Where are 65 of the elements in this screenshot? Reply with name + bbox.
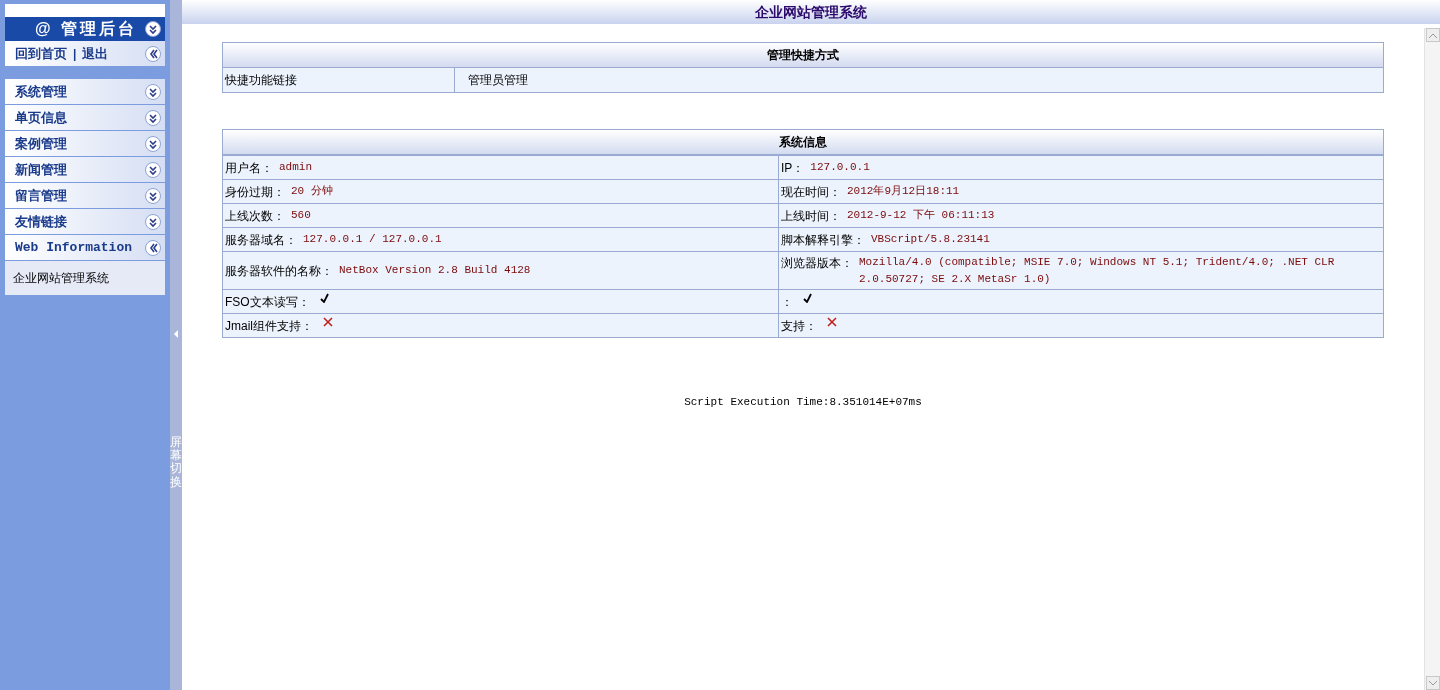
field-label: 现在时间： (781, 183, 841, 201)
field-value: Mozilla/4.0 (compatible; MSIE 7.0; Windows NT 5.1; Trident/4.0; .NET CLR 2.0.50727; SE 2.X MetaSr 1.0) (859, 255, 1336, 287)
field-value: admin (279, 159, 312, 175)
separator: | (73, 45, 77, 63)
nav-link[interactable]: 退出 (82, 43, 109, 64)
collapse-icon[interactable] (145, 239, 161, 256)
scroll-up-icon[interactable] (1425, 28, 1440, 42)
menu-label: 系统管理 (15, 82, 67, 101)
menu-header[interactable]: Web Information (5, 235, 165, 261)
field-value: 560 (291, 207, 311, 223)
field-value: VBScript/5.8.23141 (871, 231, 990, 247)
collapse-icon[interactable] (145, 21, 161, 37)
cross-icon (827, 316, 837, 327)
field-value: NetBox Version 2.8 Build 4128 (339, 262, 531, 278)
field-label: 上线时间： (781, 207, 841, 225)
menu-label: Web Information (15, 238, 133, 257)
submenu-item[interactable]: 企业网站管理系统 (13, 267, 165, 289)
field-label: Jmail组件支持： (225, 317, 313, 335)
check-icon (803, 292, 812, 303)
scrollbar[interactable] (1424, 28, 1440, 690)
menu-header[interactable]: 友情链接 (5, 209, 165, 235)
menu-label: 单页信息 (15, 108, 67, 127)
menu-header[interactable]: 新闻管理 (5, 157, 165, 183)
collapse-icon[interactable] (145, 45, 161, 62)
brand-title: @ 管理后台 (35, 19, 138, 39)
field-label: 脚本解释引擎： (781, 231, 865, 249)
shortcut-link[interactable]: 管理员管理 (468, 71, 528, 89)
page-title: 企业网站管理系统 (755, 2, 867, 22)
field-label: FSO文本读写： (225, 293, 310, 311)
nav-link[interactable]: 回到首页 (15, 43, 67, 64)
field-value: 20 分钟 (291, 183, 333, 199)
menu-header[interactable]: 留言管理 (5, 183, 165, 209)
field-label: 上线次数： (225, 207, 285, 225)
menu-label: 留言管理 (15, 186, 67, 205)
menu-label: 友情链接 (15, 212, 67, 231)
field-label: ： (781, 293, 793, 311)
field-value: 2012-9-12 下午 06:11:13 (847, 207, 995, 223)
menu-header[interactable]: 案例管理 (5, 131, 165, 157)
field-value: 127.0.0.1 (810, 159, 870, 175)
expand-icon[interactable] (145, 83, 161, 100)
menu-label: 新闻管理 (15, 160, 67, 179)
field-label: 用户名： (225, 159, 273, 177)
field-label: 服务器软件的名称： (225, 262, 333, 280)
menu-header[interactable]: 系统管理 (5, 79, 165, 105)
field-label: 浏览器版本： (781, 255, 853, 272)
table-cell: 快捷功能链接 (223, 68, 455, 92)
execution-time: Script Execution Time:8.351014E+07ms (684, 396, 922, 408)
menu-header[interactable]: 单页信息 (5, 105, 165, 131)
expand-icon[interactable] (145, 161, 161, 178)
expand-icon[interactable] (145, 135, 161, 152)
check-icon (319, 292, 329, 303)
menu-label: 案例管理 (15, 134, 67, 153)
field-label: 身份过期： (225, 183, 285, 201)
field-label: 支持： (781, 317, 817, 335)
cross-icon (323, 316, 333, 327)
field-label: IP： (781, 159, 805, 177)
table-title: 管理快捷方式 (767, 47, 839, 64)
expand-icon[interactable] (145, 109, 161, 126)
field-label: 服务器域名： (225, 231, 297, 249)
table-title: 系统信息 (779, 134, 827, 151)
expand-icon[interactable] (145, 213, 161, 230)
field-value: 2012年9月12日18:11 (847, 183, 960, 199)
scroll-down-icon[interactable] (1425, 676, 1440, 690)
expand-icon[interactable] (145, 187, 161, 204)
field-value: 127.0.0.1 / 127.0.0.1 (303, 231, 442, 247)
